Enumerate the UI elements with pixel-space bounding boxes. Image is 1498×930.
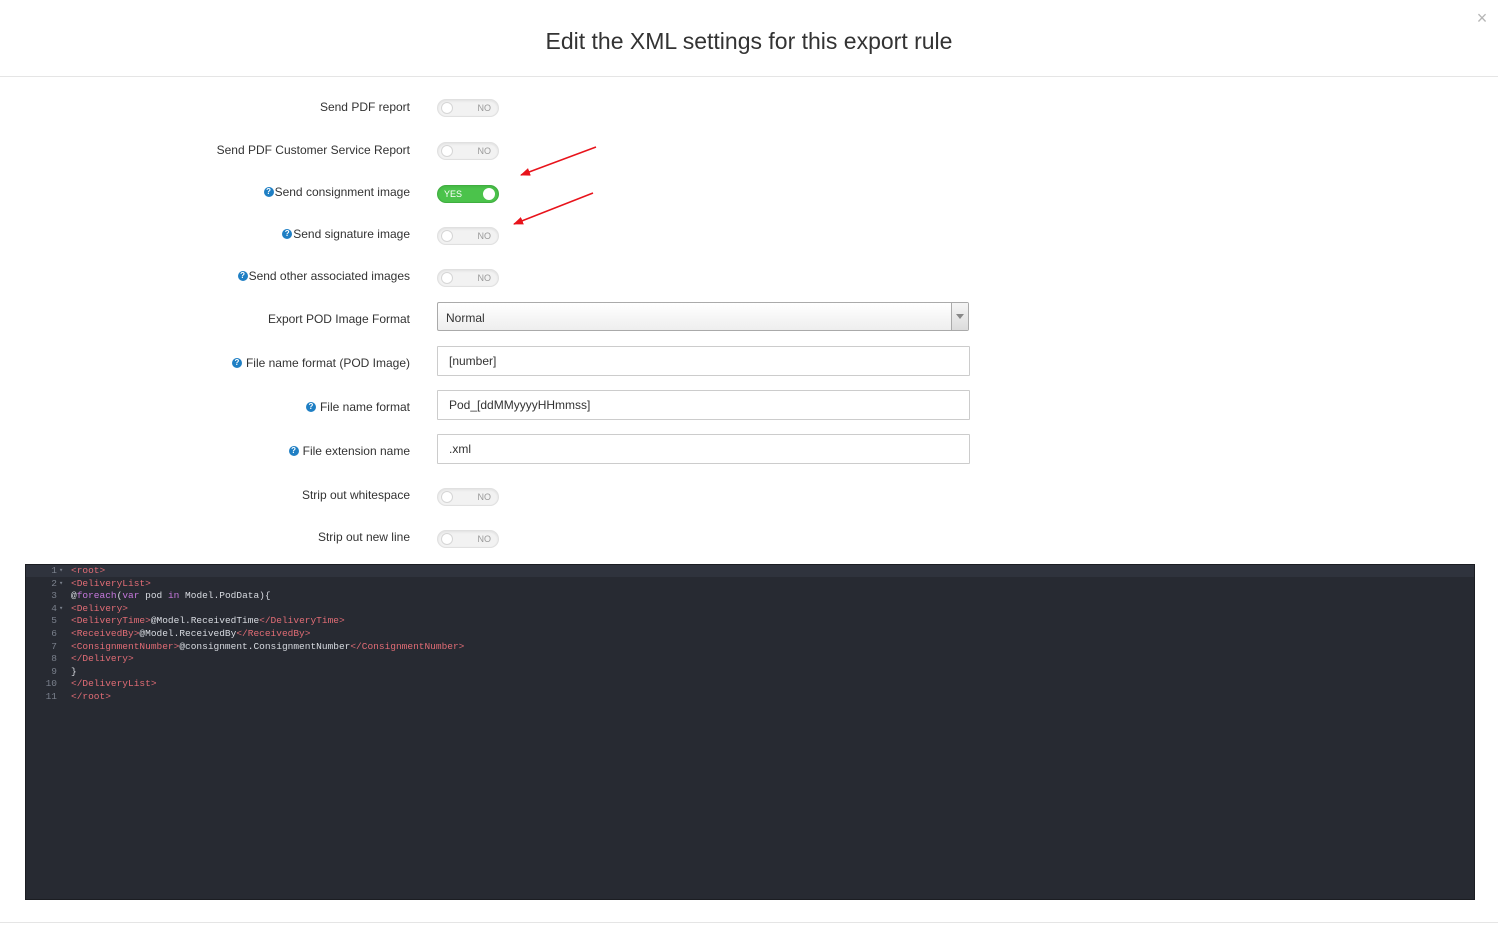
strip-newline-label: Strip out new line (317, 530, 410, 544)
file-name-pod-label: ? File name format (POD Image) (231, 356, 410, 370)
export-pod-format-label: Export POD Image Format (267, 312, 410, 326)
code-text: @foreach(var pod in Model.PodData){ (71, 590, 271, 602)
line-number: 4 (51, 602, 57, 614)
toggle-knob (441, 145, 453, 157)
send-pdf-csr-toggle[interactable]: NO (437, 142, 499, 160)
file-ext-label: ? File extension name (288, 444, 410, 458)
toggle-state: NO (477, 231, 492, 241)
select-value: Normal (446, 311, 485, 325)
send-consignment-image-label: ? Send consignment image (263, 185, 410, 199)
modal-header: Edit the XML settings for this export ru… (0, 0, 1498, 77)
line-number: 11 (45, 691, 57, 702)
code-text: <DeliveryList> (71, 577, 151, 589)
line-number: 8 (51, 653, 57, 665)
line-number: 7 (51, 640, 57, 652)
code-text: <ConsignmentNumber>@consignment.Consignm… (71, 640, 465, 652)
line-number: 10 (45, 678, 57, 690)
file-name-pod-input[interactable] (437, 346, 970, 376)
toggle-knob (483, 188, 495, 200)
line-number: 6 (51, 628, 57, 639)
line-number: 1 (51, 565, 57, 576)
toggle-state: NO (477, 103, 492, 113)
fold-arrow-icon[interactable]: ▾ (59, 565, 63, 578)
line-number: 3 (51, 590, 57, 602)
send-other-images-toggle[interactable]: NO (437, 269, 499, 287)
code-text: </Delivery> (71, 653, 134, 665)
send-signature-image-label: ? Send signature image (282, 227, 410, 241)
toggle-state: NO (477, 534, 492, 544)
annotation-arrow (520, 146, 597, 176)
code-text: <ReceivedBy>@Model.ReceivedBy</ReceivedB… (71, 628, 311, 639)
toggle-knob (441, 491, 453, 503)
file-name-label: ? File name format (305, 400, 410, 414)
help-icon[interactable]: ? (305, 402, 316, 412)
xml-code-editor[interactable]: 1 ▾ <root> 2 ▾ <DeliveryList> 3 @foreach(var po… (25, 564, 1475, 900)
fold-arrow-icon[interactable]: ▾ (59, 603, 63, 616)
toggle-state: NO (477, 492, 492, 502)
strip-whitespace-label: Strip out whitespace (301, 488, 410, 502)
code-text: </DeliveryList> (71, 678, 157, 690)
toggle-knob (441, 272, 453, 284)
help-icon[interactable]: ? (282, 229, 293, 239)
toggle-knob (441, 230, 453, 242)
code-text: <DeliveryTime>@Model.ReceivedTime</Deliv… (71, 615, 345, 627)
toggle-knob (441, 102, 453, 114)
toggle-state: NO (477, 273, 492, 283)
strip-newline-toggle[interactable]: NO (437, 530, 499, 548)
toggle-state: YES (444, 189, 463, 199)
help-icon[interactable]: ? (231, 358, 242, 368)
file-ext-input[interactable] (437, 434, 970, 464)
send-consignment-image-toggle[interactable]: YES (437, 185, 499, 203)
send-signature-image-toggle[interactable]: NO (437, 227, 499, 245)
fold-arrow-icon[interactable]: ▾ (59, 578, 63, 591)
toggle-knob (441, 533, 453, 545)
send-pdf-csr-label: Send PDF Customer Service Report (216, 143, 410, 157)
code-text: <Delivery> (71, 602, 129, 614)
annotation-arrow (513, 192, 594, 225)
send-pdf-report-toggle[interactable]: NO (437, 99, 499, 117)
code-text: </root> (71, 691, 111, 702)
line-number: 2 (51, 577, 57, 589)
help-icon[interactable]: ? (237, 271, 248, 281)
send-pdf-report-label: Send PDF report (319, 100, 410, 114)
send-other-images-label: ? Send other associated images (237, 269, 410, 283)
chevron-down-icon[interactable] (951, 303, 968, 330)
help-icon[interactable]: ? (263, 187, 274, 197)
help-icon[interactable]: ? (288, 446, 299, 456)
close-icon[interactable]: × (1474, 8, 1490, 28)
line-number: 5 (51, 615, 57, 627)
modal-footer-divider (0, 922, 1498, 923)
file-name-input[interactable] (437, 390, 970, 420)
active-line-highlight (26, 565, 1474, 577)
line-number: 9 (51, 665, 57, 677)
code-text: } (71, 665, 77, 677)
code-text: <root> (71, 565, 106, 576)
toggle-state: NO (477, 146, 492, 156)
modal-title: Edit the XML settings for this export ru… (545, 28, 953, 54)
export-pod-format-select[interactable]: Normal (437, 302, 969, 331)
strip-whitespace-toggle[interactable]: NO (437, 488, 499, 506)
